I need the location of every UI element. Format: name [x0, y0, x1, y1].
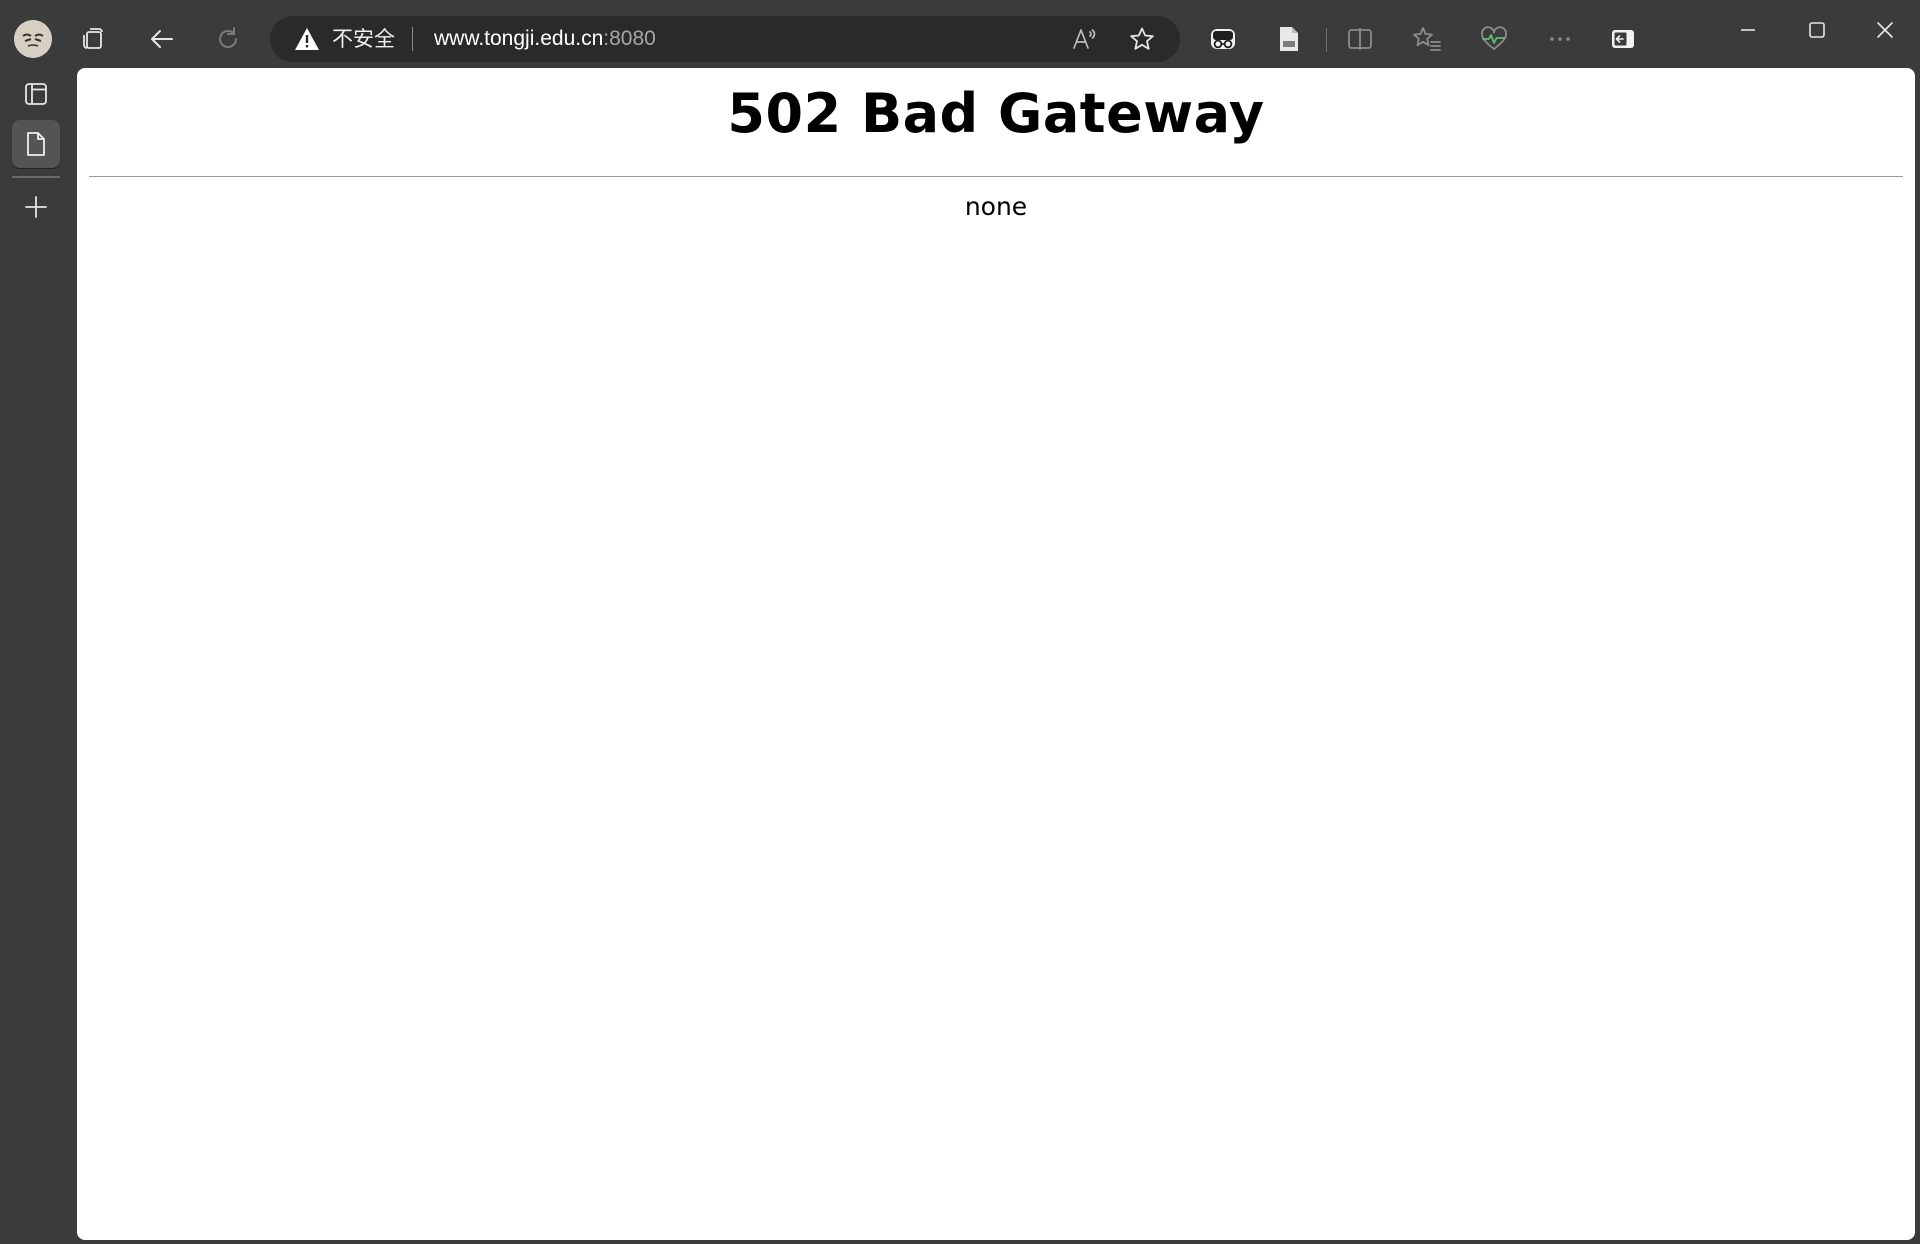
sidebar-separator [12, 176, 60, 178]
back-arrow-icon[interactable] [140, 17, 184, 61]
incognito-extension-icon[interactable] [1201, 17, 1245, 61]
warning-triangle-icon[interactable] [294, 27, 320, 51]
browser-window: 不安全 www.tongji.edu.cn:8080 502 Bad Gatew… [0, 0, 1920, 1244]
url-host: www.tongji.edu.cn [434, 27, 604, 50]
more-icon[interactable] [1538, 17, 1582, 61]
url-text[interactable]: www.tongji.edu.cn:8080 [434, 27, 656, 51]
page-tab-icon[interactable] [12, 120, 60, 168]
page-title: 502 Bad Gateway [727, 82, 1265, 145]
new-tab-plus-icon[interactable] [12, 183, 60, 231]
star-icon[interactable] [1127, 24, 1157, 54]
profile-avatar[interactable] [14, 20, 52, 58]
security-status-label[interactable]: 不安全 [332, 27, 395, 51]
horizontal-rule [89, 176, 1903, 177]
close-icon[interactable] [1863, 8, 1907, 52]
web-page-content: 502 Bad Gateway none [77, 68, 1915, 1240]
toolbar-divider [1326, 28, 1327, 52]
server-info-text: none [964, 192, 1028, 221]
refresh-icon[interactable] [206, 17, 250, 61]
split-screen-icon[interactable] [1338, 17, 1382, 61]
address-bar[interactable]: 不安全 www.tongji.edu.cn:8080 [270, 16, 1180, 62]
sidebar-toggle-icon[interactable] [1601, 17, 1645, 61]
document-extension-icon[interactable] [1267, 17, 1311, 61]
browser-essentials-icon[interactable] [1472, 17, 1516, 61]
minimize-icon[interactable] [1726, 8, 1770, 52]
vertical-tabs-icon[interactable] [12, 70, 60, 118]
maximize-icon[interactable] [1795, 8, 1839, 52]
tab-actions-icon[interactable] [71, 17, 115, 61]
read-aloud-icon[interactable] [1069, 24, 1099, 54]
vertical-tab-sidebar [0, 68, 76, 1244]
url-port: :8080 [603, 27, 656, 50]
browser-toolbar: 不安全 www.tongji.edu.cn:8080 [0, 0, 1920, 68]
address-separator [412, 27, 413, 51]
favorites-icon[interactable] [1405, 17, 1449, 61]
